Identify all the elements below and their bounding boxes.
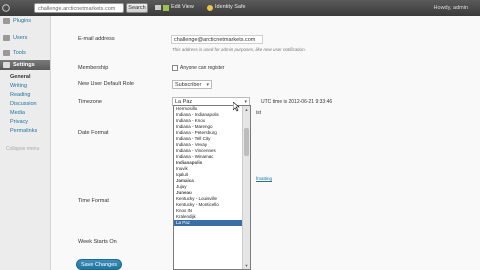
collapse-menu-button[interactable]: Collapse menu bbox=[6, 146, 39, 152]
sidebar-item-label: Tools bbox=[13, 50, 26, 56]
sidebar-sub-discussion[interactable]: Discussion bbox=[10, 101, 37, 107]
timezone-options: Hermosillo Indiana - Indianapolis Indiana … bbox=[174, 106, 244, 226]
admin-sidebar: Plugins Users Tools Settings General Wri… bbox=[0, 16, 51, 270]
sidebar-sub-media[interactable]: Media bbox=[10, 110, 25, 116]
email-field[interactable]: challenge@arcticnetmarkets.com bbox=[171, 35, 263, 44]
sidebar-sub-permalinks[interactable]: Permalinks bbox=[10, 128, 37, 134]
sidebar-item-label: Users bbox=[13, 35, 28, 41]
date-format-label: Date Format bbox=[78, 130, 109, 136]
membership-checkbox[interactable] bbox=[172, 65, 178, 71]
week-starts-label: Week Starts On bbox=[78, 239, 117, 245]
membership-checkbox-label[interactable]: Anyone can register bbox=[180, 65, 224, 71]
settings-main: E-mail address challenge@arcticnetmarket… bbox=[51, 16, 480, 270]
scroll-up-icon[interactable]: ▲ bbox=[243, 106, 250, 113]
chevron-down-icon: ▾ bbox=[206, 82, 209, 88]
dropdown-scrollbar[interactable]: ▲ ▼ bbox=[242, 106, 250, 269]
sidebar-item-plugins[interactable]: Plugins bbox=[0, 16, 50, 26]
edit-view-menu[interactable]: Edit View bbox=[171, 4, 194, 10]
tools-icon bbox=[3, 50, 10, 56]
plugin-icon bbox=[3, 18, 10, 24]
sidebar-item-label: Settings bbox=[13, 62, 35, 68]
sidebar-item-users[interactable]: Users bbox=[0, 33, 50, 43]
membership-label: Membership bbox=[78, 65, 109, 71]
time-format-label: Time Format bbox=[78, 198, 109, 204]
timezone-label: Timezone bbox=[78, 99, 102, 105]
local-time-text: ist bbox=[256, 110, 261, 116]
email-label: E-mail address bbox=[78, 36, 115, 42]
sidebar-sub-writing[interactable]: Writing bbox=[10, 83, 27, 89]
scroll-down-icon[interactable]: ▼ bbox=[243, 262, 250, 269]
default-role-select[interactable]: Subscriber ▾ bbox=[172, 80, 212, 89]
search-button[interactable]: Search bbox=[126, 3, 148, 13]
timezone-dropdown-list[interactable]: Hermosillo Indiana - Indianapolis Indiana … bbox=[173, 105, 251, 270]
sidebar-item-tools[interactable]: Tools bbox=[0, 48, 50, 58]
users-icon bbox=[3, 35, 10, 41]
date-format-doc-link[interactable]: fmatting bbox=[256, 176, 272, 181]
sidebar-item-settings[interactable]: Settings bbox=[0, 60, 50, 70]
identity-safe-menu[interactable]: Identity Safe bbox=[215, 4, 246, 10]
howdy-user[interactable]: Howdy, admin bbox=[434, 5, 468, 11]
email-description: This address is used for admin purposes,… bbox=[172, 47, 306, 52]
default-role-label: New User Default Role bbox=[78, 81, 134, 87]
utc-time-text: UTC time is 2012-06-21 9:33:46 bbox=[261, 99, 333, 105]
edit-view-icon[interactable] bbox=[162, 4, 170, 12]
comments-icon[interactable] bbox=[154, 4, 162, 12]
mouse-pointer-icon bbox=[233, 102, 240, 112]
sidebar-sub-reading[interactable]: Reading bbox=[10, 92, 31, 98]
scrollbar-thumb[interactable] bbox=[244, 128, 249, 156]
sidebar-sub-privacy[interactable]: Privacy bbox=[10, 119, 28, 125]
default-role-value: Subscriber bbox=[175, 82, 202, 88]
site-url-field[interactable]: challenge.arcticnetmarkets.com bbox=[34, 3, 124, 13]
settings-icon bbox=[3, 62, 10, 68]
sidebar-sub-general[interactable]: General bbox=[10, 74, 30, 80]
sidebar-item-label: Plugins bbox=[13, 18, 32, 24]
identity-safe-icon[interactable] bbox=[206, 4, 214, 12]
admin-top-bar: challenge.arcticnetmarkets.com Search Ed… bbox=[0, 0, 480, 16]
save-changes-button[interactable]: Save Changes bbox=[76, 259, 122, 270]
wordpress-logo-icon[interactable] bbox=[2, 4, 10, 12]
timezone-option[interactable]: La Paz bbox=[174, 220, 244, 226]
